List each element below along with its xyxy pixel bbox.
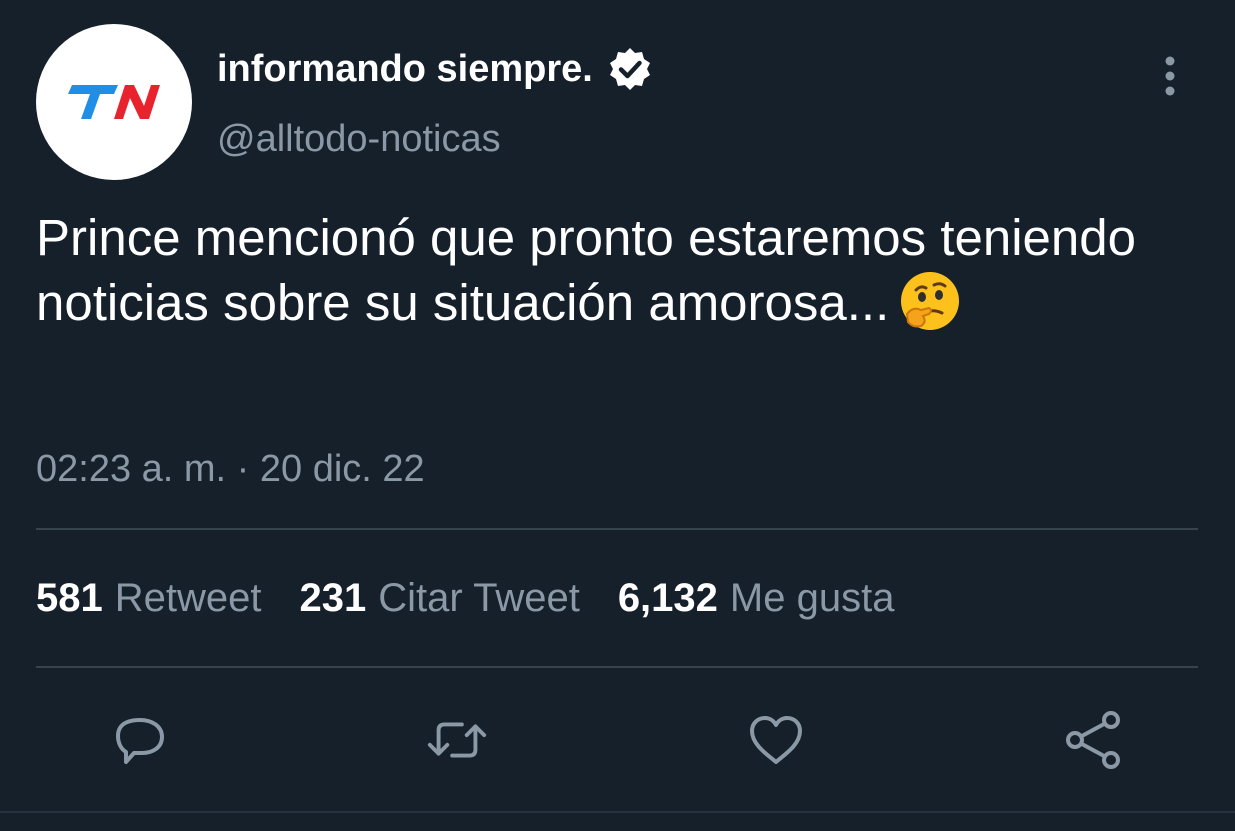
like-button[interactable] bbox=[744, 708, 808, 772]
tweet-text: Prince mencionó que pronto estaremos ten… bbox=[36, 205, 1196, 335]
reply-button[interactable] bbox=[108, 708, 172, 772]
tweet-text-body: Prince mencionó que pronto estaremos ten… bbox=[36, 209, 1137, 331]
likes-count: 6,132 bbox=[617, 576, 718, 620]
like-icon bbox=[750, 716, 802, 764]
bottom-divider bbox=[0, 811, 1235, 813]
tweet-stats: 581 Retweet 231 Citar Tweet 6,132 Me gusta bbox=[36, 576, 894, 621]
retweets-count: 581 bbox=[36, 576, 103, 620]
quotes-label: Citar Tweet bbox=[378, 576, 580, 620]
tn-logo bbox=[68, 85, 160, 119]
likes-stat[interactable]: 6,132 Me gusta bbox=[618, 576, 895, 621]
retweet-button[interactable] bbox=[425, 708, 489, 772]
share-icon bbox=[1066, 711, 1120, 769]
quotes-stat[interactable]: 231 Citar Tweet bbox=[300, 576, 580, 621]
tweet-timestamp[interactable]: 02:23 a. m. · 20 dic. 22 bbox=[36, 448, 425, 491]
retweets-label: Retweet bbox=[114, 576, 262, 620]
likes-label: Me gusta bbox=[729, 576, 895, 620]
reply-icon bbox=[116, 718, 164, 764]
more-options-icon[interactable] bbox=[1158, 55, 1182, 97]
share-button[interactable] bbox=[1062, 708, 1126, 772]
handle[interactable]: @alltodo-noticas bbox=[217, 118, 501, 161]
avatar[interactable] bbox=[36, 24, 192, 180]
quotes-count: 231 bbox=[299, 576, 367, 620]
verified-badge-icon bbox=[609, 48, 650, 90]
divider bbox=[36, 528, 1198, 530]
display-name[interactable]: informando siempre. bbox=[217, 46, 653, 92]
retweets-stat[interactable]: 581 Retweet bbox=[36, 576, 262, 621]
display-name-text: informando siempre. bbox=[217, 47, 593, 90]
thinking-face-icon bbox=[901, 272, 960, 330]
retweet-icon bbox=[427, 722, 487, 758]
divider bbox=[36, 666, 1198, 668]
